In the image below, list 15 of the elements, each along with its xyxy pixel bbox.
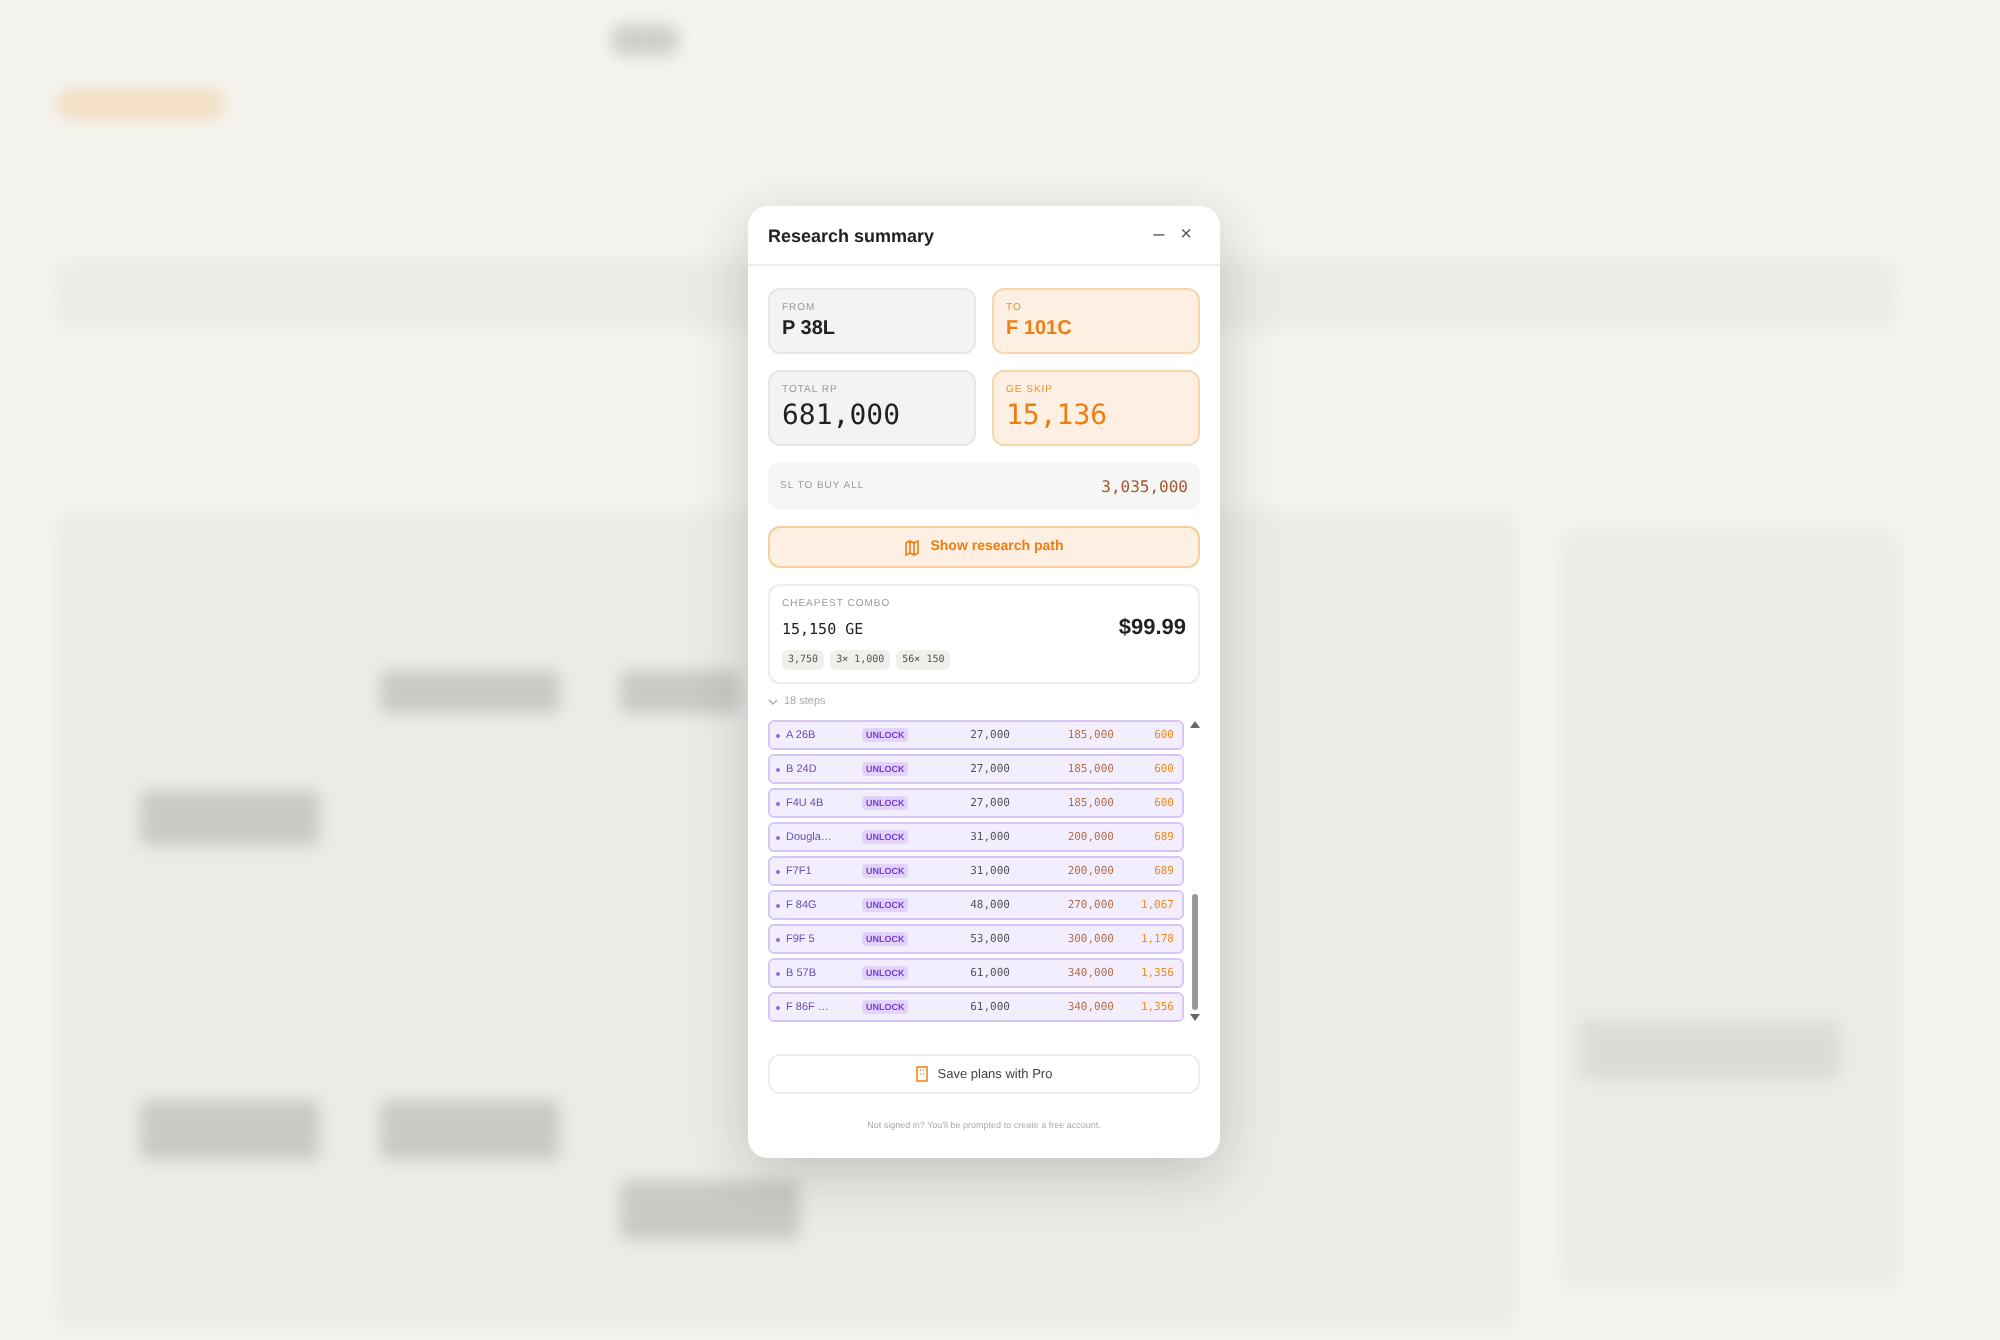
close-button[interactable]: ×: [1172, 224, 1200, 246]
minimize-button[interactable]: –: [1145, 224, 1173, 246]
card-value: 681,000: [782, 400, 903, 432]
card-value: F 101C: [1006, 318, 1074, 340]
dialog-title: Research summary: [768, 225, 937, 245]
map-icon: [904, 539, 921, 555]
chevron-icon: [768, 698, 778, 706]
card-value: 15,136: [1006, 400, 1110, 432]
scroll-up-icon[interactable]: [1190, 720, 1200, 728]
card-value: P 38L: [782, 318, 837, 340]
sl-value: 3,035,000: [1101, 477, 1188, 495]
combo-price: $99.99: [1118, 616, 1186, 640]
building-icon: [915, 1066, 928, 1082]
scroll-down-icon[interactable]: [1190, 1014, 1200, 1022]
scrollbar-thumb[interactable]: [1192, 894, 1198, 1010]
